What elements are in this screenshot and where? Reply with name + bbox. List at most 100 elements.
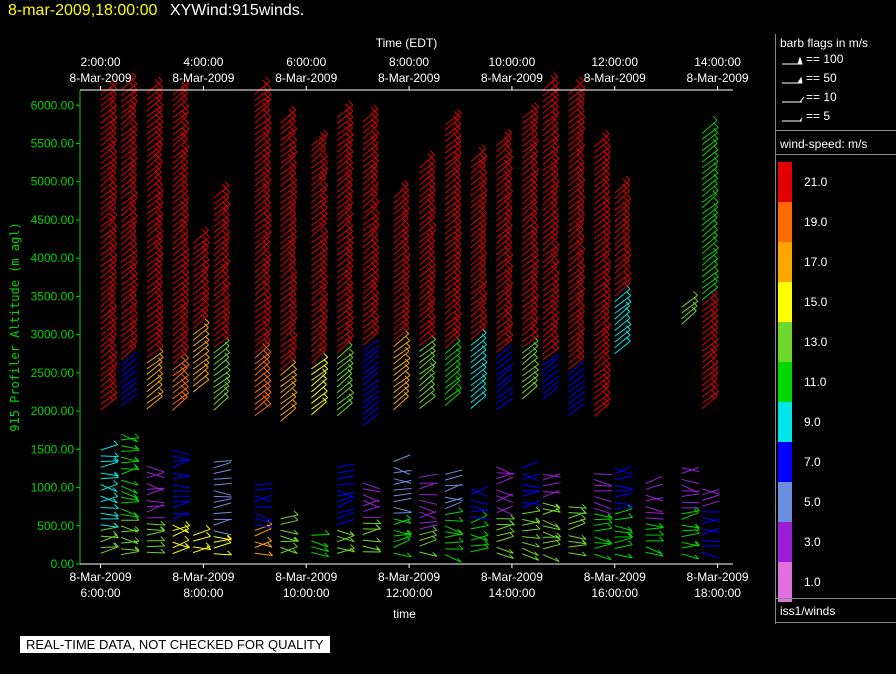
colorbar-label: 1.0: [804, 575, 821, 589]
wind-barb: [568, 518, 586, 531]
speed-legend-title: wind-speed: m/s: [780, 137, 868, 151]
wind-barb: [614, 484, 633, 490]
wind-barb: [614, 221, 630, 240]
wind-barb: [146, 541, 166, 548]
wind-barb: [521, 175, 538, 193]
wind-barb: [542, 502, 561, 509]
colorbar-swatch: [778, 202, 792, 242]
wind-barb: [593, 398, 610, 417]
wind-barb: [120, 290, 137, 309]
wind-barb: [146, 500, 165, 504]
wind-barb: [192, 340, 209, 358]
wind-barb: [542, 164, 559, 183]
wind-barb: [254, 260, 271, 279]
wind-barb: [444, 295, 461, 315]
wind-barb: [542, 301, 558, 320]
wind-barb: [172, 535, 190, 549]
legend-divider: [776, 130, 896, 131]
barb-flag-label: == 5: [806, 109, 831, 123]
dataset-name: iss1/winds: [780, 604, 836, 618]
wind-barb: [362, 281, 378, 300]
wind-barb: [496, 520, 515, 526]
wind-barb: [701, 500, 720, 507]
wind-barb: [419, 190, 436, 209]
y-tick-label: 2000.00: [31, 404, 75, 418]
wind-barb: [594, 473, 613, 475]
wind-barb: [594, 553, 612, 561]
wind-barb: [121, 433, 140, 441]
wind-barb: [336, 518, 355, 526]
wind-barb: [419, 482, 437, 490]
wind-barb: [593, 341, 610, 360]
wind-barb: [311, 380, 327, 398]
wind-barb: [593, 346, 610, 366]
wind-barb: [568, 225, 584, 244]
wind-barb: [419, 173, 436, 192]
wind-barb: [444, 284, 461, 303]
wind-barb: [681, 501, 700, 504]
wind-barb: [614, 513, 633, 521]
wind-barb: [280, 403, 297, 422]
wind-barb: [280, 380, 296, 399]
wind-barb: [496, 242, 512, 261]
wind-barb: [470, 540, 490, 547]
x-tick-label-time: 14:00:00: [489, 586, 536, 600]
colorbar-label: 21.0: [804, 175, 828, 189]
top-tick-label-date: 8-Mar-2009: [584, 71, 646, 85]
wind-barb: [213, 530, 232, 536]
wind-barb: [496, 476, 514, 485]
wind-barb: [542, 324, 558, 343]
wind-barb: [172, 169, 189, 187]
barb-flag-icon: [782, 117, 803, 122]
wind-barb: [496, 351, 513, 365]
wind-barb: [146, 520, 166, 526]
wind-barb: [593, 330, 610, 348]
wind-barb: [192, 271, 209, 290]
wind-barb: [121, 546, 140, 551]
wind-barb: [645, 511, 664, 514]
wind-barb: [254, 265, 270, 285]
wind-barb: [100, 283, 117, 302]
wind-barb: [701, 374, 718, 392]
wind-barb: [701, 208, 719, 226]
wind-barb: [336, 489, 354, 498]
barb-flag-icon: [782, 76, 803, 84]
x-tick-label-date: 8-Mar-2009: [275, 570, 337, 584]
wind-barb: [172, 94, 188, 113]
wind-barb: [614, 502, 633, 506]
wind-barb: [254, 242, 270, 262]
wind-barb: [568, 151, 585, 169]
wind-barb: [100, 197, 117, 216]
wind-barb: [522, 524, 541, 532]
wind-barb: [362, 172, 378, 191]
colorbar-swatch: [778, 522, 792, 562]
quality-disclaimer: REAL-TIME DATA, NOT CHECKED FOR QUALITY: [20, 636, 330, 653]
wind-barb: [100, 163, 117, 181]
y-axis-label: 915 Profiler Altitude (m agl): [8, 222, 22, 432]
wind-barb: [337, 475, 355, 480]
wind-barb: [614, 203, 630, 223]
wind-barb: [568, 403, 585, 416]
barb-flag-label: == 100: [806, 52, 844, 66]
wind-barb: [362, 236, 379, 254]
wind-barb: [213, 498, 232, 503]
wind-barb: [496, 552, 514, 559]
wind-barb: [444, 359, 461, 378]
wind-barb: [280, 289, 297, 307]
wind-barb: [362, 401, 379, 415]
wind-barb: [120, 369, 138, 383]
wind-barb: [393, 237, 409, 256]
wind-barb: [521, 152, 538, 171]
wind-barb: [393, 381, 410, 399]
wind-barb: [496, 356, 513, 370]
wind-barb: [280, 111, 297, 130]
wind-barb: [100, 511, 119, 517]
top-tick-label-date: 8-Mar-2009: [481, 71, 543, 85]
wind-barb: [254, 487, 273, 491]
wind-barb: [120, 106, 137, 125]
wind-barb: [419, 373, 435, 392]
wind-barb: [496, 139, 512, 158]
wind-barb: [701, 368, 719, 387]
wind-barb: [419, 520, 438, 524]
wind-barb: [521, 123, 538, 142]
